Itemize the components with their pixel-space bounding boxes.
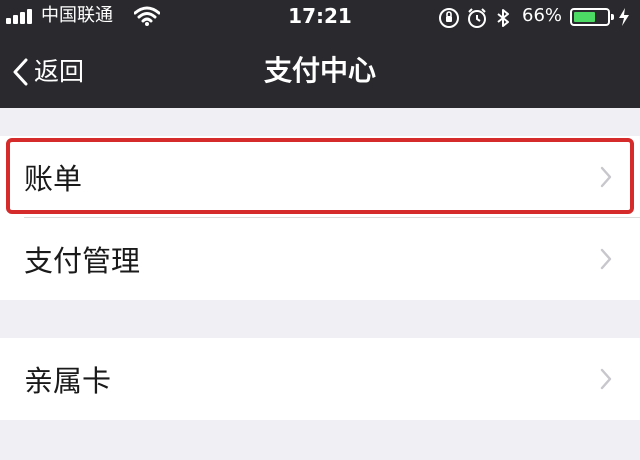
list-item-label: 亲属卡 (24, 364, 112, 398)
charging-icon (619, 8, 629, 26)
alarm-icon (468, 8, 486, 28)
chevron-right-icon (600, 166, 612, 188)
list-item-label: 支付管理 (24, 244, 141, 278)
list-group-family: 亲属卡 (0, 338, 640, 420)
list-item-family-card[interactable]: 亲属卡 (0, 338, 640, 420)
bluetooth-icon (497, 9, 509, 27)
list-item-bill[interactable]: 账单 (0, 136, 640, 218)
battery-icon (570, 8, 614, 26)
chevron-right-icon (600, 368, 612, 390)
page-title: 支付中心 (263, 54, 376, 87)
status-bar: 中国联通 17:21 66% (0, 0, 640, 34)
list-item-payment-management[interactable]: 支付管理 (0, 218, 640, 300)
list-item-label: 账单 (24, 162, 83, 196)
status-icons (439, 8, 509, 28)
chevron-right-icon (600, 248, 612, 270)
list-group-main: 账单 支付管理 (0, 136, 640, 300)
top-bar: 中国联通 17:21 66% 返回 支付中心 (0, 0, 640, 108)
orientation-lock-icon (439, 8, 459, 28)
battery-percent: 66% (522, 5, 563, 26)
